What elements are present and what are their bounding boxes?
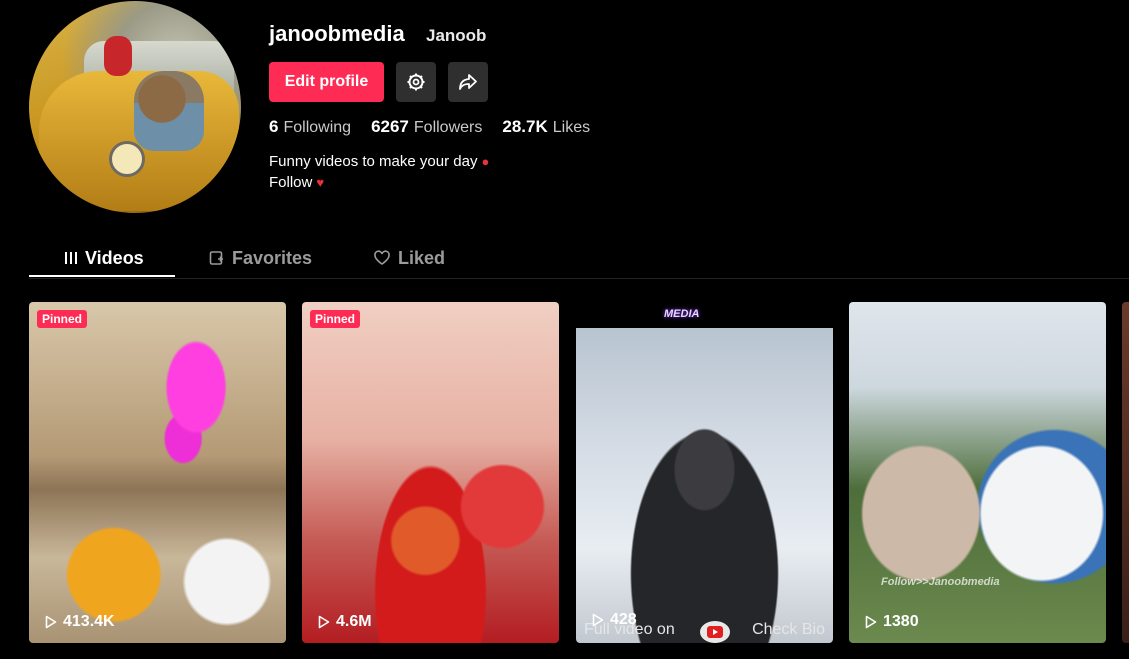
view-count: 428 — [592, 611, 637, 629]
bio-line-2: Follow ♥ — [269, 172, 489, 193]
profile-avatar[interactable] — [29, 1, 241, 213]
stat-followers[interactable]: 6267 Followers — [371, 117, 482, 137]
video-card[interactable]: Follow>>Janoobmedia 1380 — [849, 302, 1106, 643]
tab-liked-label: Liked — [398, 247, 446, 268]
active-tab-indicator — [29, 275, 175, 277]
thumbnail-caption-right: Check Bio — [752, 621, 825, 638]
stat-likes: 28.7K Likes — [502, 117, 590, 137]
view-count-text: 428 — [610, 611, 637, 628]
followers-label: Followers — [413, 119, 483, 136]
profile-stats: 6 Following 6267 Followers 28.7K Likes — [269, 117, 590, 137]
video-card-partial[interactable] — [1122, 302, 1129, 643]
bio-line-1: Funny videos to make your day ● — [269, 151, 489, 172]
thumbnail-watermark: Follow>>Janoobmedia — [881, 576, 1000, 588]
stat-following[interactable]: 6 Following — [269, 117, 351, 137]
pinned-badge: Pinned — [37, 310, 88, 328]
view-count-text: 413.4K — [63, 613, 115, 630]
play-icon — [865, 615, 877, 629]
likes-label: Likes — [552, 119, 591, 136]
following-label: Following — [283, 119, 352, 136]
profile-bio: Funny videos to make your day ● Follow ♥ — [269, 151, 489, 193]
view-count: 4.6M — [318, 613, 372, 631]
avatar-headlight — [109, 141, 145, 177]
video-card[interactable]: MEDIA Full video on Check Bio 428 — [576, 302, 833, 643]
likes-count: 28.7K — [502, 117, 548, 136]
video-card[interactable]: Pinned 4.6M — [302, 302, 559, 643]
play-icon — [318, 615, 330, 629]
following-count: 6 — [269, 117, 279, 136]
tab-liked[interactable]: Liked — [373, 240, 445, 276]
share-icon — [459, 74, 477, 90]
tab-favorites[interactable]: Favorites — [209, 240, 312, 276]
thumbnail-logo: MEDIA — [664, 308, 700, 320]
play-icon — [592, 613, 604, 627]
followers-count: 6267 — [371, 117, 409, 136]
share-button[interactable] — [448, 62, 488, 102]
video-card[interactable]: Pinned 413.4K — [29, 302, 286, 643]
view-count: 1380 — [865, 613, 919, 631]
avatar-capybara — [134, 71, 204, 151]
settings-button[interactable] — [396, 62, 436, 102]
gear-icon — [407, 73, 425, 91]
video-thumbnail — [576, 328, 833, 643]
youtube-icon — [700, 621, 730, 643]
bio-text-1: Funny videos to make your day — [269, 153, 478, 170]
avatar-spider-character — [104, 36, 132, 76]
tab-favorites-label: Favorites — [232, 247, 313, 268]
heart-emoji-icon: ♥ — [316, 175, 325, 190]
pinned-badge: Pinned — [310, 310, 361, 328]
play-icon — [45, 615, 57, 629]
profile-username: janoobmedia — [269, 21, 405, 46]
tab-videos[interactable]: Videos — [64, 240, 144, 276]
bio-text-2: Follow — [269, 174, 313, 191]
bookmark-icon — [209, 251, 223, 265]
edit-profile-button[interactable]: Edit profile — [269, 62, 384, 102]
view-count-text: 4.6M — [336, 613, 372, 630]
view-count: 413.4K — [45, 613, 115, 631]
tab-videos-label: Videos — [85, 247, 144, 268]
grid-icon — [65, 252, 77, 264]
apple-icon: ● — [481, 154, 490, 169]
profile-tabs: Videos Favorites Liked — [29, 240, 1129, 279]
profile-nickname: Janoob — [426, 26, 487, 45]
heart-icon — [374, 250, 390, 265]
view-count-text: 1380 — [883, 613, 919, 630]
